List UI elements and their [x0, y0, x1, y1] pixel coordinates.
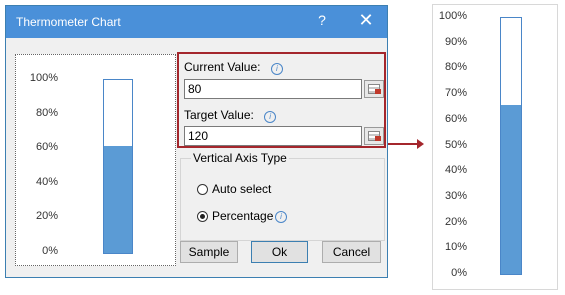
thermometer-chart-dialog: Thermometer Chart ? ✕ 100% 80% 60% 40% 20% 0%… — [5, 5, 388, 278]
dialog-titlebar[interactable]: Thermometer Chart ? ✕ — [6, 6, 387, 38]
target-value-info-icon[interactable]: i — [264, 111, 277, 123]
result-y-tick-label: 0% — [451, 267, 467, 279]
value-inputs-highlight: Current Value: i 80 Target Value: i 120 — [177, 52, 386, 148]
preview-y-tick-label: 0% — [42, 245, 58, 257]
preview-thermometer-tube — [103, 79, 133, 254]
current-value-cell-picker-button[interactable] — [364, 80, 384, 98]
help-button[interactable]: ? — [314, 12, 330, 32]
preview-y-tick-label: 60% — [35, 141, 58, 154]
range-select-marker-icon — [375, 89, 381, 94]
auto-select-label[interactable]: Auto select — [212, 182, 271, 196]
dialog-title: Thermometer Chart — [16, 15, 121, 29]
preview-y-tick-label: 100% — [29, 72, 58, 84]
close-button[interactable]: ✕ — [356, 10, 376, 32]
result-y-tick-label: 40% — [444, 164, 467, 177]
percentage-info-icon[interactable]: i — [275, 211, 287, 223]
result-y-tick-label: 50% — [444, 138, 467, 151]
preview-y-tick-label: 20% — [35, 210, 58, 223]
target-value-label-text: Target Value: — [184, 108, 254, 122]
result-thermometer-tube — [500, 17, 522, 275]
percentage-radio[interactable] — [197, 211, 208, 222]
result-y-tick-label: 90% — [444, 35, 467, 48]
target-value-cell-picker-button[interactable] — [364, 127, 384, 145]
range-select-marker-icon — [375, 136, 381, 141]
result-y-tick-label: 10% — [444, 241, 467, 254]
target-value-field[interactable]: 120 — [184, 126, 362, 146]
percentage-label[interactable]: Percentage — [212, 209, 273, 223]
result-y-tick-label: 20% — [444, 215, 467, 228]
result-chart: 100% 90% 80% 70% 60% 50% 40% 30% 20% 10% 0% — [432, 4, 558, 290]
current-value-label: Current Value: i — [184, 60, 283, 75]
cancel-button[interactable]: Cancel — [322, 241, 381, 263]
vertical-axis-type-group: Vertical Axis Type Auto select Percentag… — [180, 151, 385, 241]
sample-button[interactable]: Sample — [180, 241, 238, 263]
result-y-tick-label: 70% — [444, 87, 467, 100]
target-value-label: Target Value: i — [184, 108, 277, 123]
preview-y-tick-label: 80% — [35, 106, 58, 119]
result-y-tick-label: 30% — [444, 189, 467, 202]
auto-select-radio[interactable] — [197, 184, 208, 195]
preview-thermometer-fill — [104, 146, 132, 253]
vertical-axis-type-title: Vertical Axis Type — [191, 151, 289, 165]
result-y-tick-label: 80% — [444, 61, 467, 74]
preview-y-tick-label: 40% — [35, 175, 58, 188]
result-y-tick-label: 100% — [438, 10, 467, 22]
result-arrow-icon — [388, 139, 424, 149]
ok-button[interactable]: Ok — [251, 241, 308, 263]
current-value-info-icon[interactable]: i — [270, 63, 283, 75]
current-value-field[interactable]: 80 — [184, 79, 362, 99]
current-value-label-text: Current Value: — [184, 60, 261, 74]
result-y-tick-label: 60% — [444, 112, 467, 125]
result-thermometer-fill — [501, 105, 521, 274]
chart-preview: 100% 80% 60% 40% 20% 0% — [15, 54, 176, 266]
